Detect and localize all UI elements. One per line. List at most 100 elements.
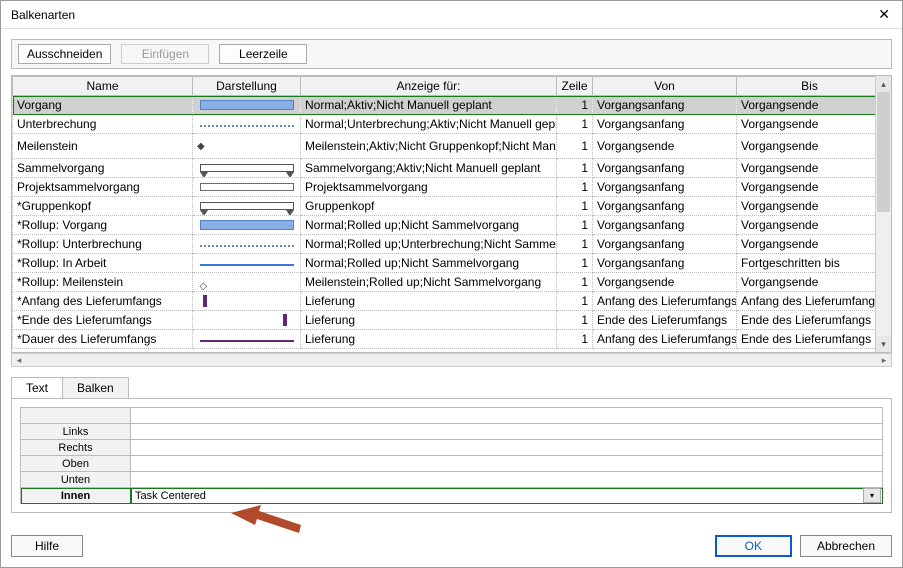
cell-anzeige[interactable]: Normal;Rolled up;Nicht Sammelvorgang — [301, 254, 557, 273]
table-row[interactable]: *Rollup: Meilenstein Meilenstein;Rolled u… — [13, 273, 876, 292]
cell-darstellung[interactable] — [193, 330, 301, 349]
table-row[interactable]: Projektsammelvorgang Projektsammelvorgang… — [13, 178, 876, 197]
cell-anzeige[interactable]: Meilenstein;Rolled up;Nicht Sammelvorgan… — [301, 273, 557, 292]
cell-darstellung[interactable] — [193, 96, 301, 115]
cell-name[interactable]: Meilenstein — [13, 134, 193, 159]
cell-von[interactable]: Vorgangsanfang — [593, 115, 737, 134]
cell-anzeige[interactable]: Lieferung — [301, 292, 557, 311]
cell-von[interactable]: Vorgangsende — [593, 134, 737, 159]
table-row[interactable]: UnterbrechungNormal;Unterbrechung;Aktiv;… — [13, 115, 876, 134]
cell-von[interactable]: Vorgangsanfang — [593, 216, 737, 235]
cell-zeile[interactable]: 1 — [557, 292, 593, 311]
cell-zeile[interactable]: 1 — [557, 96, 593, 115]
cell-name[interactable]: *Anfang des Lieferumfangs — [13, 292, 193, 311]
cell-zeile[interactable]: 1 — [557, 311, 593, 330]
vertical-scrollbar[interactable]: ▴ ▾ — [875, 76, 891, 352]
cell-name[interactable]: Sammelvorgang — [13, 159, 193, 178]
cell-darstellung[interactable] — [193, 159, 301, 178]
text-position-row[interactable]: Links — [21, 424, 883, 440]
text-position-value[interactable] — [131, 424, 883, 440]
cell-bis[interactable]: Anfang des Lieferumfangs — [737, 292, 876, 311]
cell-bis[interactable]: Fortgeschritten bis — [737, 254, 876, 273]
cell-zeile[interactable]: 1 — [557, 115, 593, 134]
cell-bis[interactable]: Ende des Lieferumfangs — [737, 330, 876, 349]
tab-text[interactable]: Text — [11, 377, 63, 398]
cell-von[interactable]: Vorgangsanfang — [593, 178, 737, 197]
cell-anzeige[interactable]: Normal;Rolled up;Unterbrechung;Nicht Sam… — [301, 235, 557, 254]
cell-name[interactable]: *Rollup: Unterbrechung — [13, 235, 193, 254]
col-von-header[interactable]: Von — [593, 77, 737, 96]
text-position-label[interactable]: Unten — [21, 472, 131, 488]
table-row[interactable]: Meilenstein Meilenstein;Aktiv;Nicht Grupp… — [13, 134, 876, 159]
cell-zeile[interactable]: 1 — [557, 159, 593, 178]
table-row[interactable]: *Anfang des Lieferumfangs Lieferung1 Anfan… — [13, 292, 876, 311]
cell-anzeige[interactable]: Normal;Unterbrechung;Aktiv;Nicht Manuell… — [301, 115, 557, 134]
tab-balken[interactable]: Balken — [62, 377, 129, 398]
cell-anzeige[interactable]: Gruppenkopf — [301, 197, 557, 216]
col-anzeige-header[interactable]: Anzeige für: — [301, 77, 557, 96]
close-icon[interactable]: ✕ — [874, 6, 894, 23]
cell-von[interactable]: Vorgangsende — [593, 273, 737, 292]
cell-zeile[interactable]: 1 — [557, 330, 593, 349]
text-position-row[interactable]: Rechts — [21, 440, 883, 456]
cell-name[interactable]: Vorgang — [13, 96, 193, 115]
cell-darstellung[interactable] — [193, 134, 301, 159]
cell-von[interactable]: Ende des Lieferumfangs — [593, 311, 737, 330]
cell-name[interactable]: *Rollup: Vorgang — [13, 216, 193, 235]
table-row[interactable]: *Gruppenkopf Gruppenkopf1VorgangsanfangVo… — [13, 197, 876, 216]
cell-bis[interactable]: Vorgangsende — [737, 197, 876, 216]
cell-zeile[interactable]: 1 — [557, 178, 593, 197]
col-bis-header[interactable]: Bis — [737, 77, 876, 96]
col-zeile-header[interactable]: Zeile — [557, 77, 593, 96]
cell-darstellung[interactable] — [193, 292, 301, 311]
text-position-row[interactable] — [21, 408, 883, 424]
cell-bis[interactable]: Ende des Lieferumfangs — [737, 311, 876, 330]
text-position-row[interactable]: InnenTask Centered▾ — [21, 488, 883, 504]
text-position-value[interactable] — [131, 440, 883, 456]
cell-anzeige[interactable]: Meilenstein;Aktiv;Nicht Gruppenkopf;Nich… — [301, 134, 557, 159]
text-position-label[interactable]: Rechts — [21, 440, 131, 456]
text-position-row[interactable]: Unten — [21, 472, 883, 488]
cell-name[interactable]: *Ende des Lieferumfangs — [13, 311, 193, 330]
cell-zeile[interactable]: 1 — [557, 197, 593, 216]
cell-von[interactable]: Anfang des Lieferumfangs — [593, 330, 737, 349]
col-name-header[interactable]: Name — [13, 77, 193, 96]
cell-anzeige[interactable]: Lieferung — [301, 330, 557, 349]
text-position-label[interactable]: Oben — [21, 456, 131, 472]
scroll-right-icon[interactable]: ▸ — [877, 354, 891, 366]
cell-bis[interactable]: Vorgangsende — [737, 159, 876, 178]
cell-name[interactable]: *Dauer des Lieferumfangs — [13, 330, 193, 349]
cell-anzeige[interactable]: Lieferung — [301, 311, 557, 330]
cell-bis[interactable]: Vorgangsende — [737, 115, 876, 134]
cell-anzeige[interactable]: Projektsammelvorgang — [301, 178, 557, 197]
table-row[interactable]: *Rollup: Unterbrechung Normal;Rolled up;U… — [13, 235, 876, 254]
cell-von[interactable]: Vorgangsanfang — [593, 254, 737, 273]
text-position-row[interactable]: Oben — [21, 456, 883, 472]
table-row[interactable]: *Rollup: VorgangNormal;Rolled up;Nicht S… — [13, 216, 876, 235]
text-position-value[interactable]: Task Centered▾ — [131, 488, 883, 504]
horizontal-scrollbar[interactable]: ◂ ▸ — [11, 353, 892, 367]
table-row[interactable]: SammelvorgangSammelvorgang;Aktiv;Nicht M… — [13, 159, 876, 178]
col-darstellung-header[interactable]: Darstellung — [193, 77, 301, 96]
cell-darstellung[interactable] — [193, 115, 301, 134]
table-row[interactable]: *Ende des LieferumfangsLieferung1Ende de… — [13, 311, 876, 330]
cell-name[interactable]: *Rollup: Meilenstein — [13, 273, 193, 292]
cell-darstellung[interactable] — [193, 273, 301, 292]
cell-zeile[interactable]: 1 — [557, 134, 593, 159]
cell-von[interactable]: Vorgangsanfang — [593, 197, 737, 216]
dropdown-icon[interactable]: ▾ — [863, 488, 881, 503]
cell-bis[interactable]: Vorgangsende — [737, 134, 876, 159]
cell-name[interactable]: *Gruppenkopf — [13, 197, 193, 216]
cell-darstellung[interactable] — [193, 311, 301, 330]
cell-darstellung[interactable] — [193, 178, 301, 197]
scroll-up-icon[interactable]: ▴ — [876, 76, 891, 92]
cell-darstellung[interactable] — [193, 235, 301, 254]
cell-zeile[interactable]: 1 — [557, 235, 593, 254]
table-row[interactable]: *Rollup: In ArbeitNormal;Rolled up;Nicht… — [13, 254, 876, 273]
cell-von[interactable]: Vorgangsanfang — [593, 96, 737, 115]
cell-name[interactable]: Projektsammelvorgang — [13, 178, 193, 197]
cancel-button[interactable]: Abbrechen — [800, 535, 892, 557]
scroll-down-icon[interactable]: ▾ — [876, 336, 891, 352]
blank-row-button[interactable]: Leerzeile — [219, 44, 307, 64]
text-position-value[interactable] — [131, 408, 883, 424]
